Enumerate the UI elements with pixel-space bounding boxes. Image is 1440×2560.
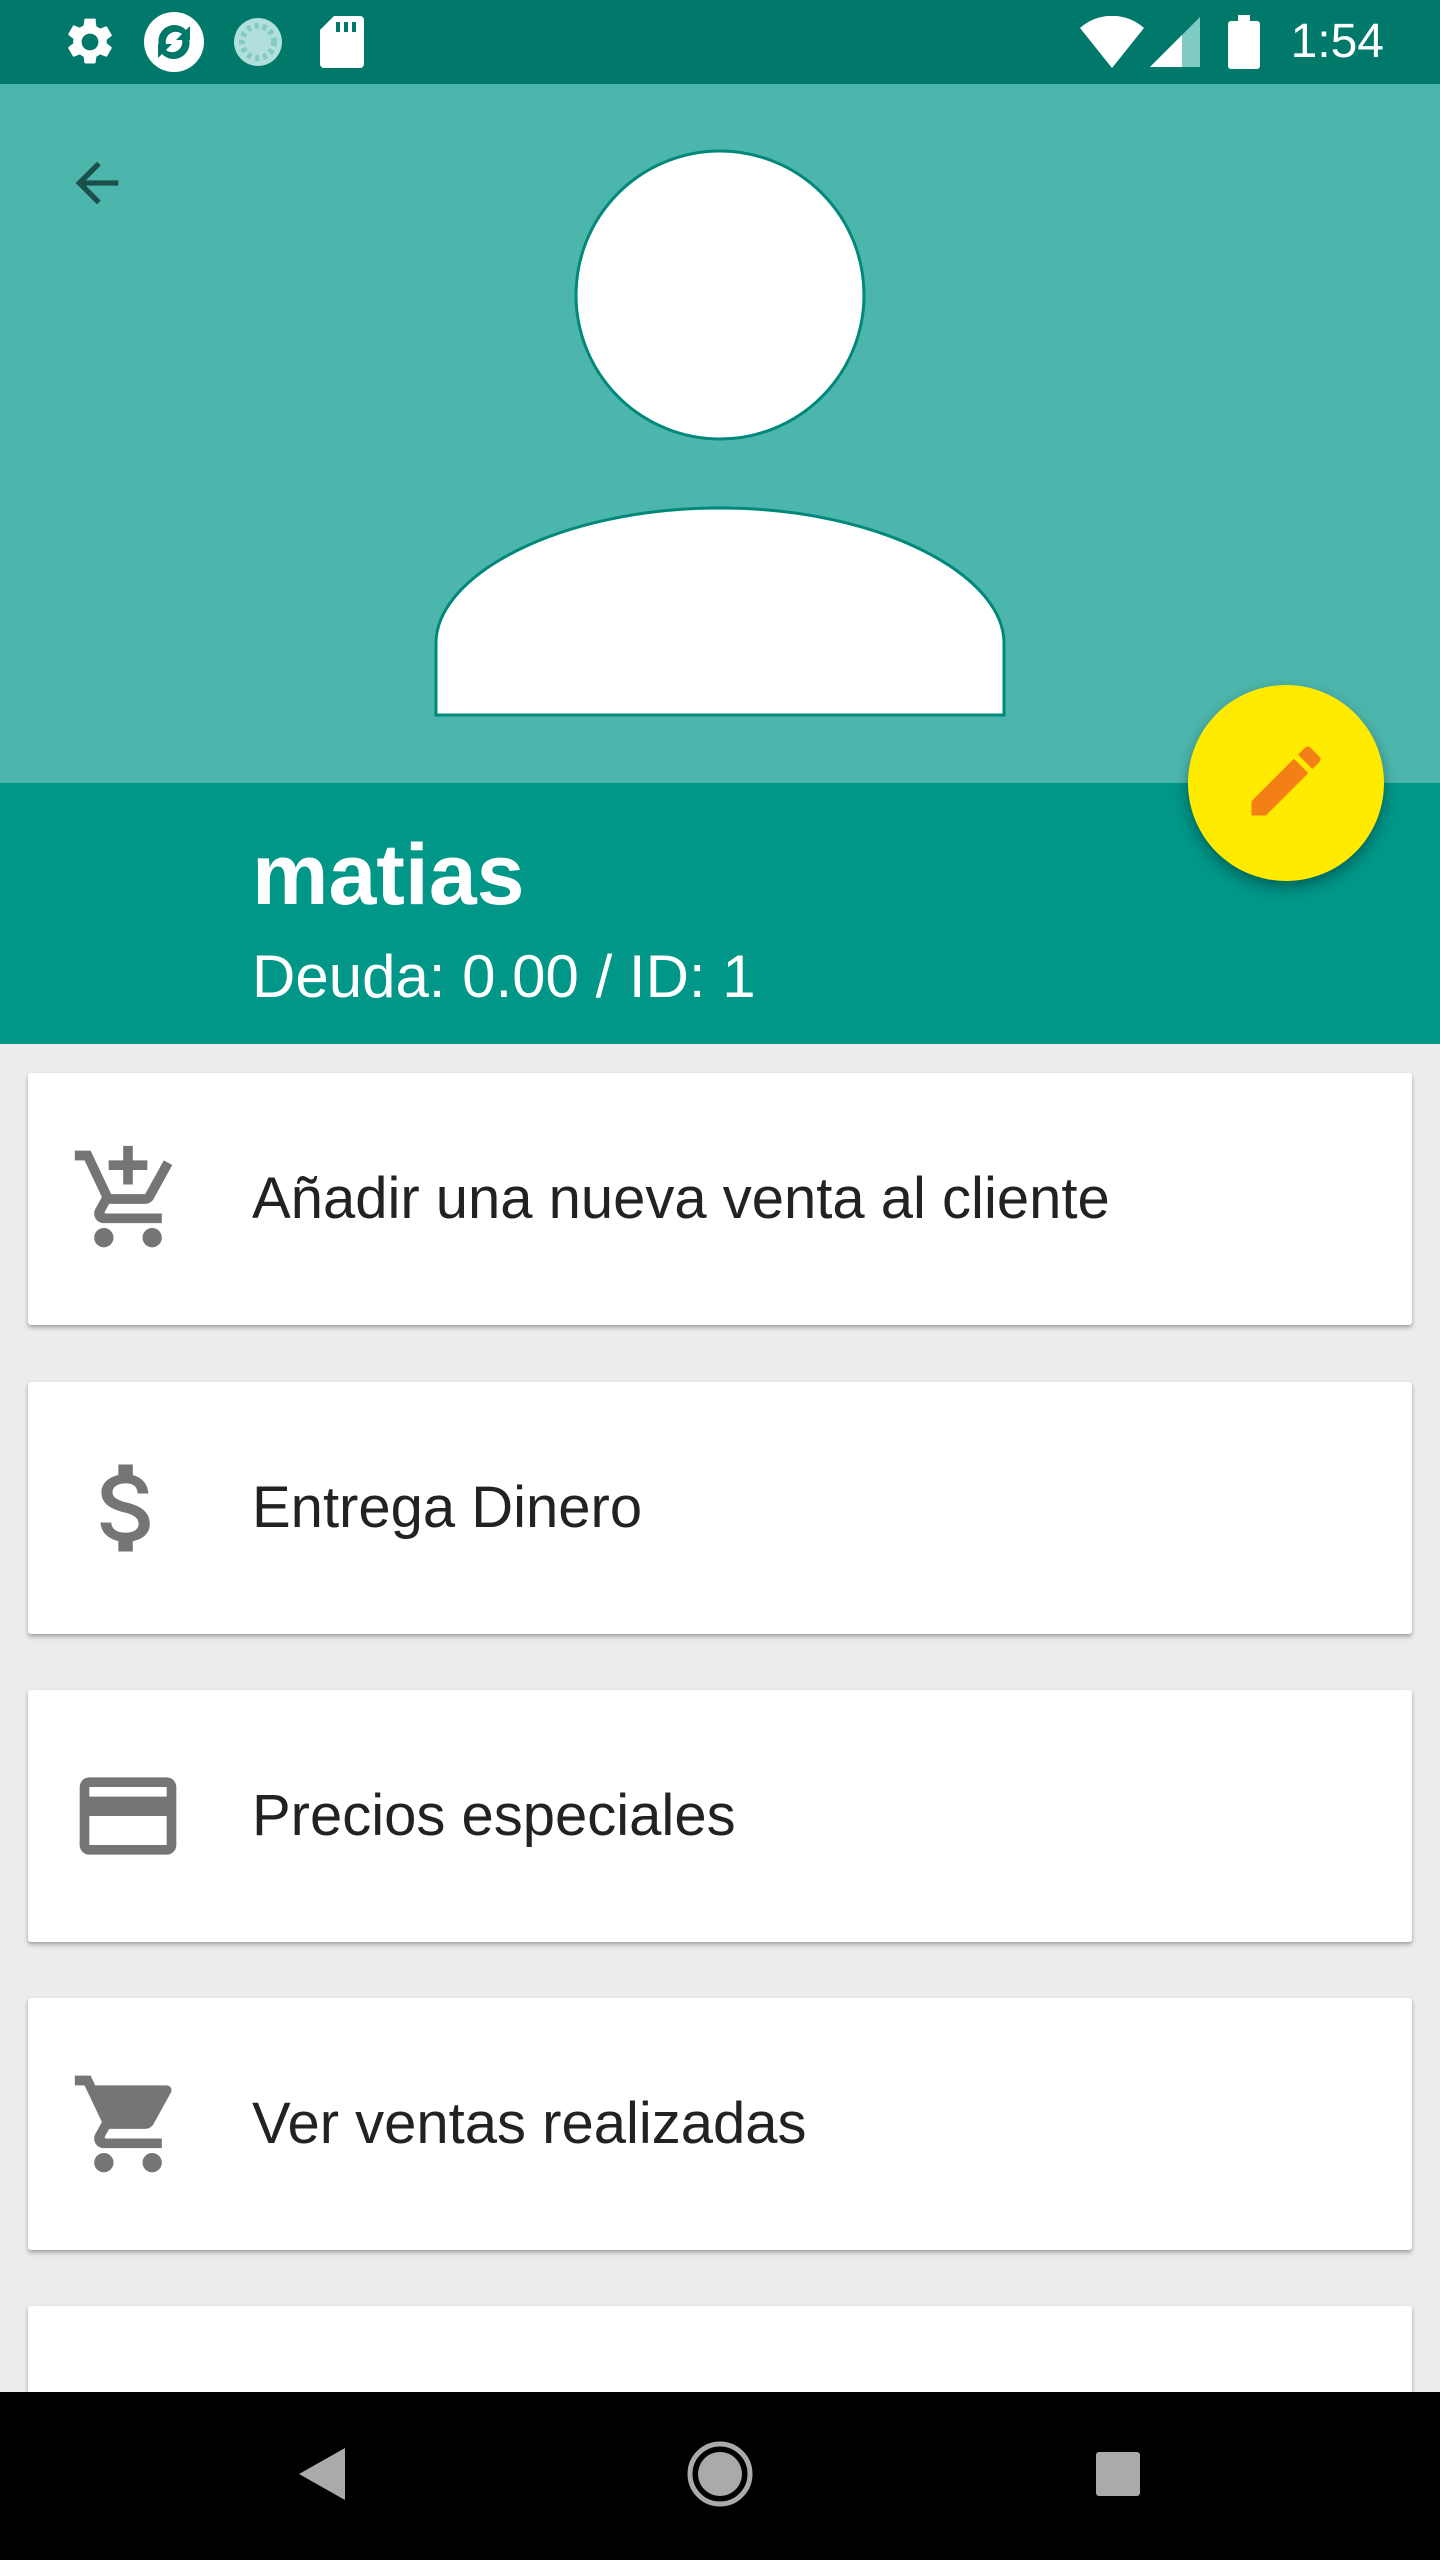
status-bar: 1:54 [0,0,1440,84]
nav-home-button[interactable] [640,2392,800,2560]
arrow-back-icon [65,151,129,220]
back-triangle-icon [299,2447,345,2505]
shopping-cart-icon [68,2064,188,2184]
money-delivery-button[interactable]: Entrega Dinero [28,1382,1412,1634]
navigation-bar [0,2392,1440,2560]
nav-recents-button[interactable] [1038,2392,1198,2560]
nav-back-button[interactable] [242,2392,402,2560]
person-placeholder-icon [420,140,1020,730]
sd-card-icon [320,0,364,84]
special-prices-button[interactable]: Precios especiales [28,1690,1412,1942]
special-prices-label: Precios especiales [252,1783,736,1848]
settings-icon [62,0,118,84]
view-sales-button[interactable]: Ver ventas realizadas [28,1998,1412,2250]
battery-icon [1228,0,1260,84]
add-sale-button[interactable]: Añadir una nueva venta al cliente [28,1073,1412,1325]
pencil-icon [1240,735,1332,832]
back-button[interactable] [52,140,142,230]
wifi-icon [1080,0,1144,84]
signal-icon [1150,0,1200,84]
money-delivery-label: Entrega Dinero [252,1475,643,1540]
add-shopping-cart-icon [68,1139,188,1259]
status-time: 1:54 [1290,15,1384,68]
edit-client-button[interactable] [1188,685,1384,881]
view-sales-label: Ver ventas realizadas [252,2091,807,2156]
sync-icon [142,0,206,84]
home-circle-icon [687,2441,753,2512]
add-sale-label: Añadir una nueva venta al cliente [252,1166,1110,1231]
recents-square-icon [1096,2451,1140,2501]
loading-icon [232,0,284,84]
credit-card-icon [68,1756,188,1876]
client-debt-id: Deuda: 0.00 / ID: 1 [252,943,756,1010]
client-name: matias [252,827,525,923]
dollar-sign-icon [68,1448,188,1568]
